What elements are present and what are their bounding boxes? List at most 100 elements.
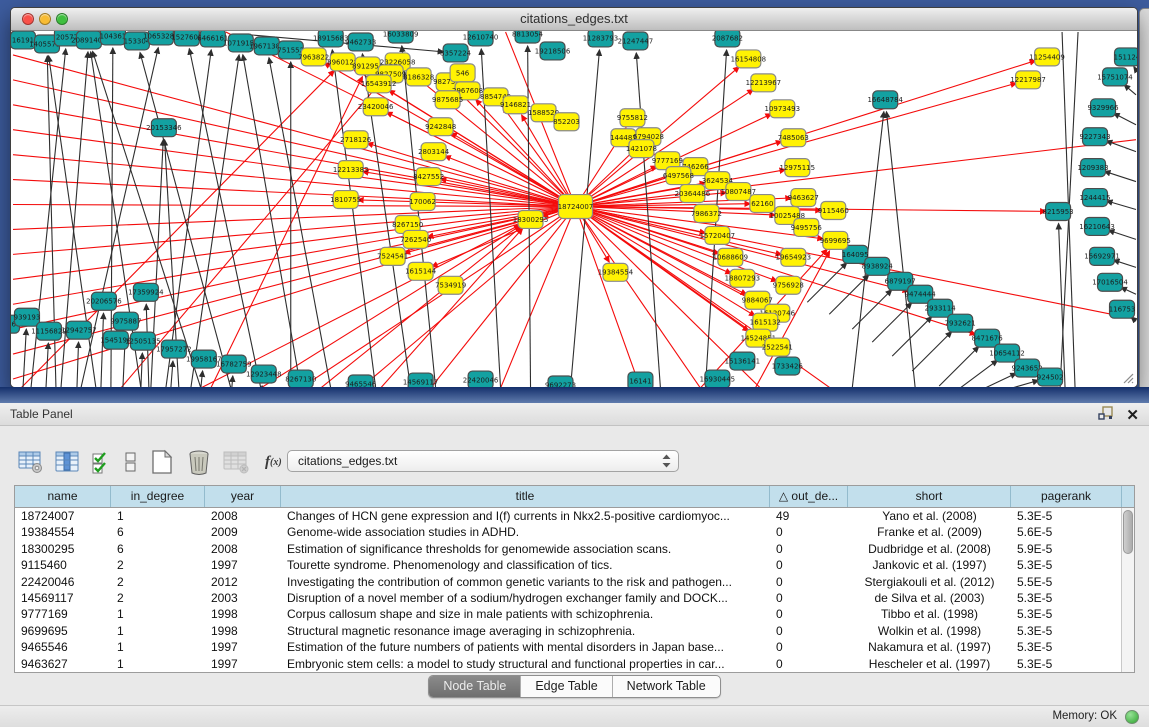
- delete-table-icon[interactable]: [223, 450, 250, 474]
- graph-node[interactable]: 9227343: [1079, 128, 1110, 146]
- graph-node[interactable]: 12975115: [780, 159, 816, 177]
- graph-node[interactable]: 8267130: [285, 370, 316, 387]
- graph-node[interactable]: 16930445: [700, 370, 736, 387]
- graph-node[interactable]: 9146821: [500, 96, 531, 114]
- graph-node[interactable]: 15751074: [1097, 68, 1133, 86]
- graph-node[interactable]: 9462733: [345, 33, 376, 51]
- graph-node[interactable]: 18807293: [725, 269, 761, 287]
- table-row[interactable]: 977716911998Corpus callosum shape and si…: [15, 606, 1134, 622]
- graph-node[interactable]: 2087682: [712, 31, 743, 47]
- show-columns-icon[interactable]: [55, 450, 80, 474]
- table-row[interactable]: 946554611997Estimation of the future num…: [15, 639, 1134, 655]
- table-row[interactable]: 1872400712008Changes of HCN gene express…: [15, 508, 1134, 524]
- graph-node[interactable]: 11254409: [1029, 48, 1065, 66]
- graph-node[interactable]: 8427552: [413, 168, 444, 186]
- row-selection-icon[interactable]: [91, 450, 113, 474]
- graph-node[interactable]: 8938924: [862, 257, 894, 275]
- graph-node[interactable]: 1421078: [626, 140, 657, 158]
- graph-node[interactable]: 20364486: [675, 185, 711, 203]
- graph-node[interactable]: 12610740: [463, 31, 499, 46]
- table-mode-icon[interactable]: [18, 450, 44, 474]
- graph-node[interactable]: 1209383: [1078, 159, 1109, 177]
- column-header-out_de[interactable]: △ out_de...: [770, 486, 848, 507]
- graph-node[interactable]: 18915683: [313, 31, 349, 47]
- graph-node[interactable]: 11283793: [583, 31, 619, 47]
- graph-node[interactable]: 21247447: [618, 32, 654, 50]
- graph-node[interactable]: 16648784: [867, 91, 903, 109]
- graph-node[interactable]: 9875685: [432, 91, 463, 109]
- zoom-window-button[interactable]: [56, 13, 68, 25]
- graph-node[interactable]: 116753: [1109, 300, 1136, 318]
- graph-node[interactable]: 151124: [1114, 48, 1137, 66]
- function-builder-icon[interactable]: f(x): [265, 454, 282, 471]
- graph-node[interactable]: 2803144: [418, 143, 450, 161]
- column-header-year[interactable]: year: [205, 486, 281, 507]
- graph-node[interactable]: 18724007: [558, 195, 594, 219]
- resize-grip[interactable]: [1124, 374, 1133, 383]
- graph-node[interactable]: 23420046: [358, 98, 394, 116]
- graph-node[interactable]: 7262540: [400, 230, 431, 248]
- table-scrollbar-thumb[interactable]: [1123, 510, 1133, 554]
- graph-node[interactable]: 19384554: [598, 263, 634, 281]
- graph-node[interactable]: 9242848: [425, 118, 456, 136]
- graph-node[interactable]: 17359924: [128, 283, 164, 301]
- table-row[interactable]: 969969511998Structural magnetic resonanc…: [15, 623, 1134, 639]
- graph-node[interactable]: 9699695: [820, 231, 851, 249]
- table-row[interactable]: 946362711997Embryonic stem cells: a mode…: [15, 656, 1134, 672]
- graph-node[interactable]: 16141: [628, 372, 653, 387]
- graph-node[interactable]: 10973493: [765, 100, 801, 118]
- graph-node[interactable]: 7524541: [377, 247, 408, 265]
- graph-node[interactable]: 12213967: [746, 74, 782, 92]
- graph-node[interactable]: 16033809: [383, 31, 419, 43]
- column-header-name[interactable]: name: [15, 486, 111, 507]
- column-header-short[interactable]: short: [848, 486, 1011, 507]
- graph-node[interactable]: 2522541: [762, 338, 793, 356]
- graph-node[interactable]: 924502: [1037, 368, 1064, 386]
- table-row[interactable]: 1456911722003Disruption of a novel membe…: [15, 590, 1134, 606]
- graph-node[interactable]: 16210643: [1079, 217, 1115, 235]
- graph-node[interactable]: 7963822: [298, 48, 329, 66]
- graph-node[interactable]: 7986372: [691, 205, 722, 223]
- graph-node[interactable]: 1244415: [1079, 189, 1110, 207]
- graph-node[interactable]: 1615132: [750, 313, 781, 331]
- graph-node[interactable]: 9975887: [110, 312, 141, 330]
- graph-node[interactable]: 15720407: [700, 226, 736, 244]
- graph-node[interactable]: 2718126: [340, 131, 371, 149]
- graph-node[interactable]: 852203: [553, 113, 580, 131]
- table-row[interactable]: 1830029562008Estimation of significance …: [15, 541, 1134, 557]
- graph-node[interactable]: 104361: [100, 31, 127, 45]
- network-window[interactable]: citations_edges.txt 16191140557122057720…: [10, 7, 1138, 388]
- graph-node[interactable]: 10688609: [713, 248, 749, 266]
- graph-node[interactable]: 9755812: [617, 109, 648, 127]
- graph-node[interactable]: 12923448: [246, 365, 282, 383]
- network-canvas[interactable]: 1619114055712205772089140610436115330410…: [11, 31, 1137, 387]
- memory-status-indicator[interactable]: [1125, 710, 1139, 724]
- graph-node[interactable]: 16543912: [361, 75, 397, 93]
- graph-node[interactable]: 20153346: [146, 119, 182, 137]
- graph-node[interactable]: 62160: [750, 195, 775, 213]
- graph-node[interactable]: 15136141: [725, 352, 761, 370]
- graph-node[interactable]: 20206576: [86, 292, 122, 310]
- tab-node-table[interactable]: Node Table: [429, 676, 521, 697]
- graph-node[interactable]: 1810755: [330, 191, 361, 209]
- graph-node[interactable]: 9463627: [788, 189, 819, 207]
- graph-node[interactable]: 14569117: [403, 373, 439, 387]
- graph-node[interactable]: 7485063: [778, 129, 809, 147]
- graph-node[interactable]: 939193: [14, 308, 41, 326]
- table-selector-dropdown[interactable]: citations_edges.txt: [287, 450, 679, 472]
- column-header-pagerank[interactable]: pagerank: [1011, 486, 1122, 507]
- graph-node[interactable]: 12217987: [1010, 71, 1046, 89]
- network-canvas-svg[interactable]: 1619114055712205772089140610436115330410…: [11, 31, 1137, 387]
- graph-node[interactable]: 9329966: [1087, 99, 1118, 117]
- graph-node[interactable]: 9495756: [791, 218, 822, 236]
- graph-node[interactable]: 18300295: [513, 210, 549, 228]
- graph-node[interactable]: 6497568: [663, 167, 694, 185]
- tab-edge-table[interactable]: Edge Table: [521, 676, 612, 697]
- graph-node[interactable]: 15692971: [1084, 247, 1120, 265]
- graph-node[interactable]: 12213383: [333, 161, 369, 179]
- delete-column-icon[interactable]: [186, 449, 212, 475]
- window-title-bar[interactable]: citations_edges.txt: [11, 8, 1137, 31]
- minimize-window-button[interactable]: [39, 13, 51, 25]
- close-panel-icon[interactable]: ✕: [1126, 408, 1139, 424]
- graph-node[interactable]: 546: [450, 64, 475, 82]
